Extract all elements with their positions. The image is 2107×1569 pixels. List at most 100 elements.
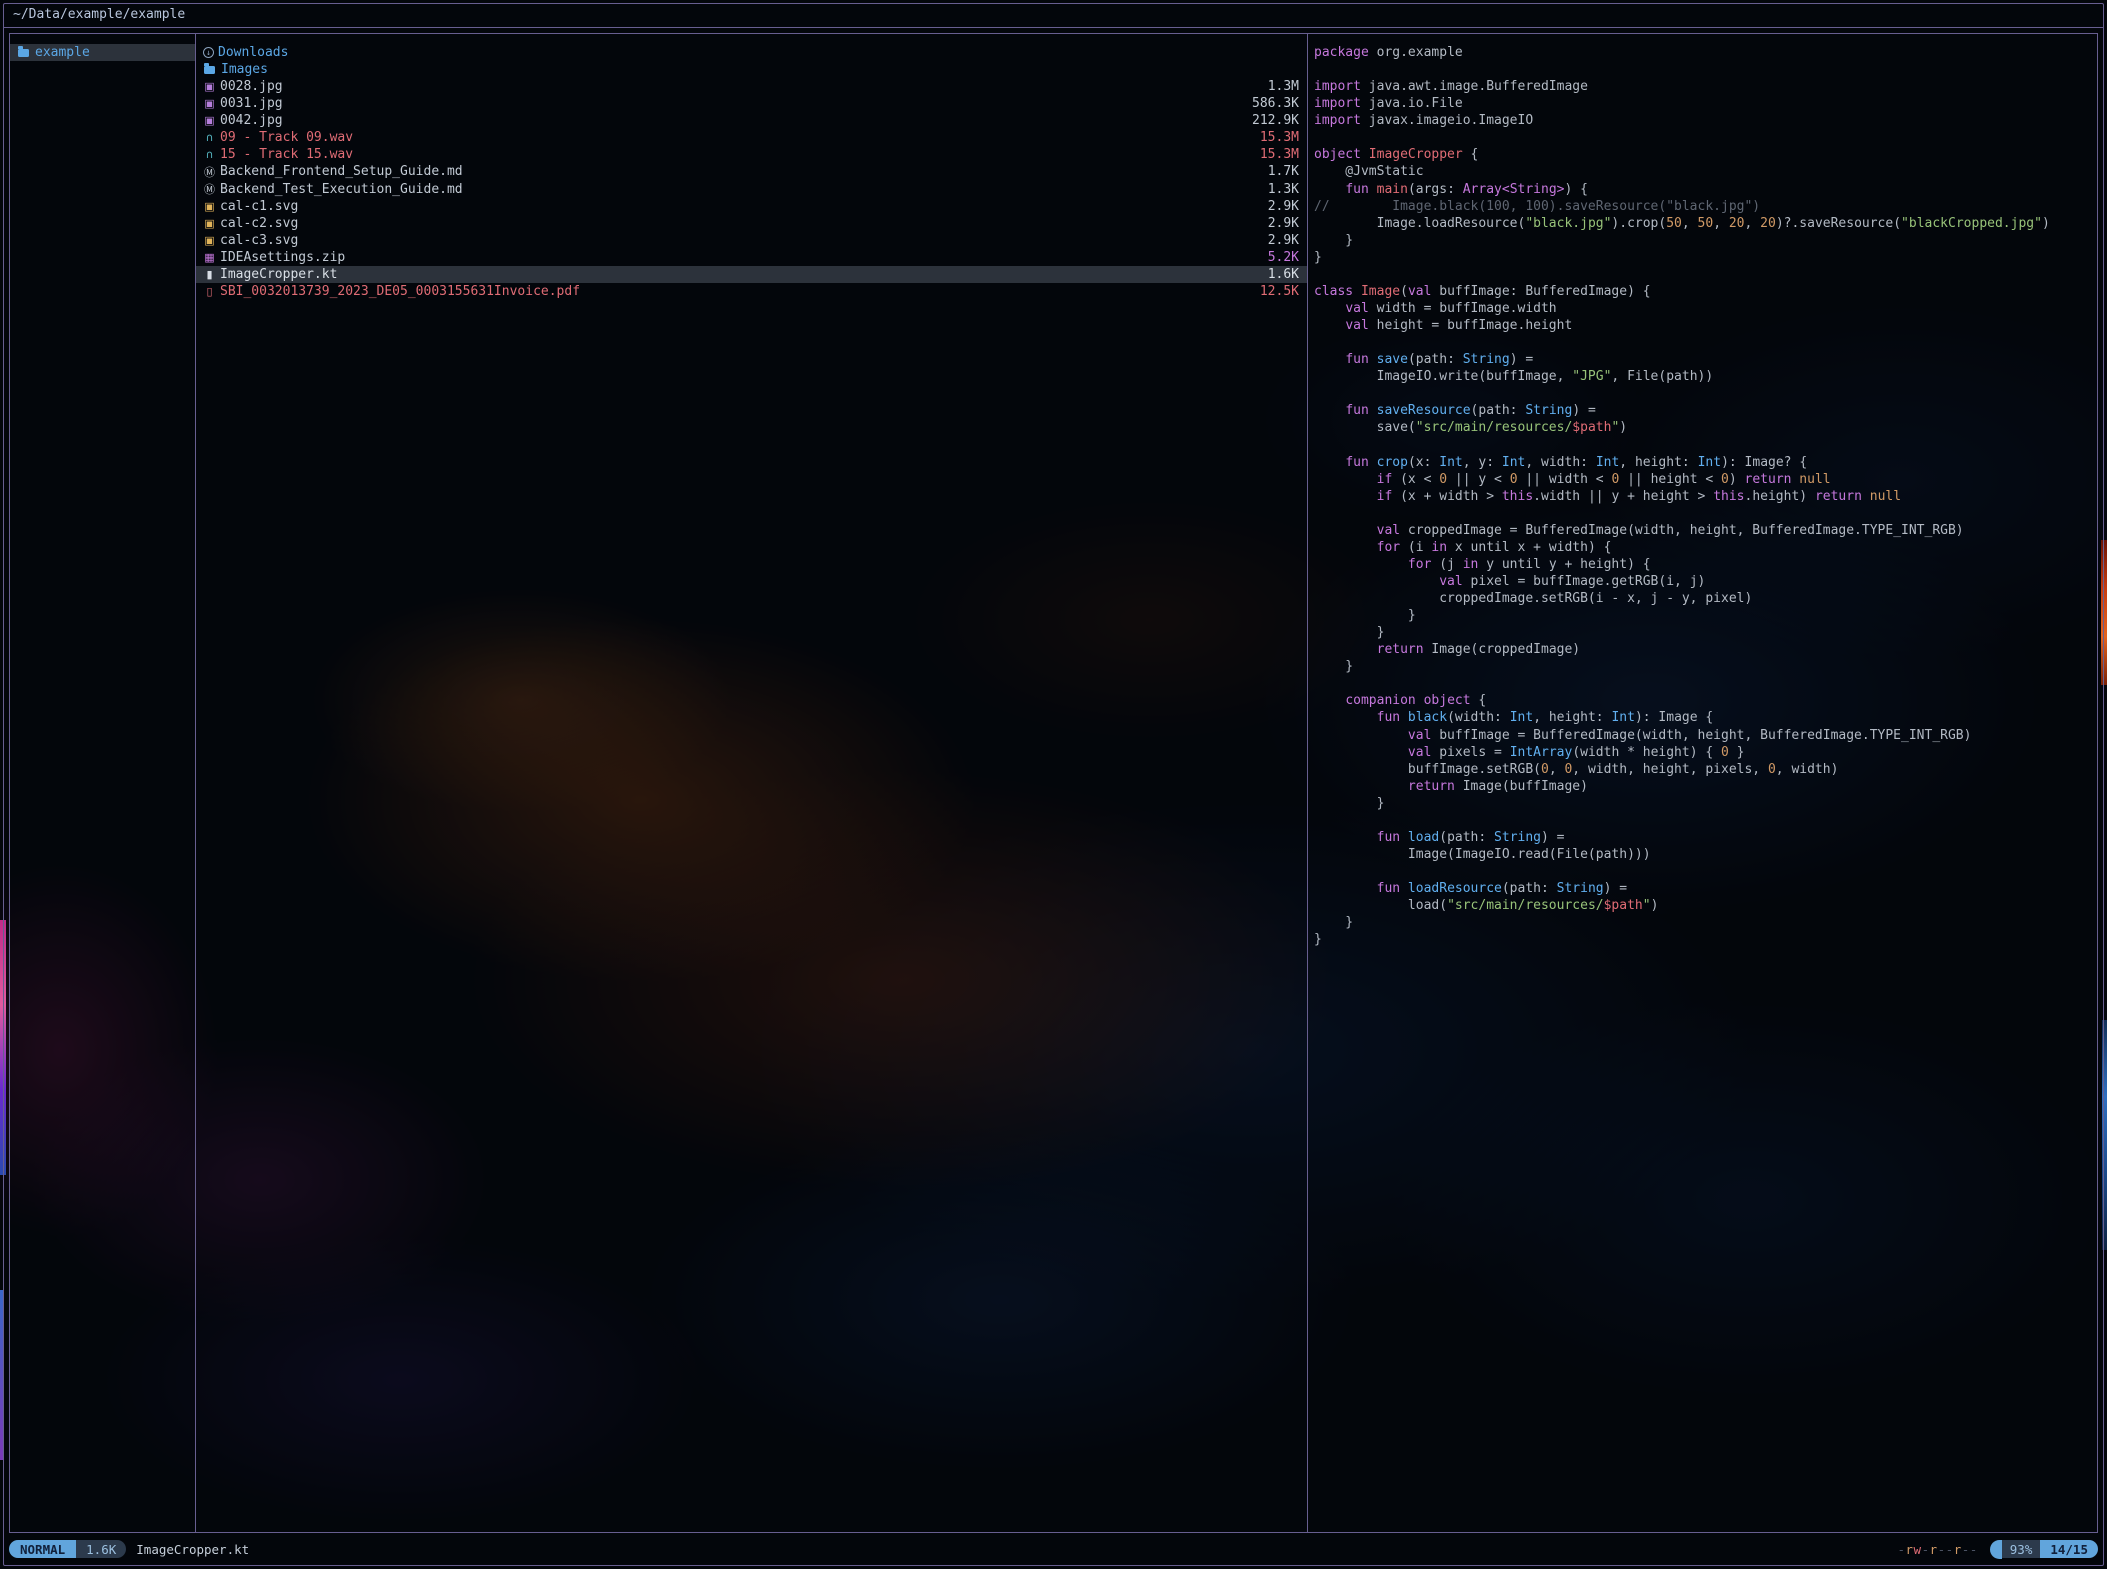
svg-file-icon: ▣ [203,217,216,230]
file-size: 2.9K [1268,216,1299,231]
code-line: fun main(args: Array<String>) { [1314,181,2097,198]
code-line: return Image(croppedImage) [1314,641,2097,658]
code-line: } [1314,931,2097,948]
code-line: buffImage.setRGB(0, 0, width, height, pi… [1314,761,2097,778]
code-line: fun save(path: String) = [1314,351,2097,368]
code-line [1314,266,2097,283]
file-row[interactable]: ▮ ImageCropper.kt 1.6K [196,266,1307,283]
file-size-badge: 1.6K [76,1540,126,1558]
file-row[interactable]: ▣cal-c2.svg2.9K [196,215,1307,232]
code-line: val pixels = IntArray(width * height) { … [1314,744,2097,761]
file-row[interactable]: ▣0031.jpg586.3K [196,95,1307,112]
panes-container: example ↓DownloadsImages▣0028.jpg1.3M▣00… [9,33,2098,1533]
code-line: val pixel = buffImage.getRGB(i, j) [1314,573,2097,590]
file-row[interactable]: ∩09 - Track 09.wav15.3M [196,129,1307,146]
download-folder-icon: ↓ [203,47,214,58]
file-name: SBI_0032013739_2023_DE05_0003155631Invoi… [220,284,580,299]
status-filename: ImageCropper.kt [136,1542,249,1557]
file-name: Images [221,62,268,77]
file-row[interactable]: ↓ Downloads [196,44,1307,61]
code-line: } [1314,232,2097,249]
file-list-pane[interactable]: ↓ Downloads Images ▣ 0028.jpg 1.3M▣0031.jpg58… [196,34,1308,1532]
file-name: Downloads [218,45,288,60]
file-name: 15 - Track 15.wav [220,147,353,162]
file-name: Backend_Frontend_Setup_Guide.md [220,164,463,179]
file-row[interactable]: ▣0042.jpg212.9K [196,112,1307,129]
file-name: 09 - Track 09.wav [220,130,353,145]
status-bar: NORMAL 1.6K ImageCropper.kt -rw-r--r-- 9… [9,1537,2098,1561]
file-name: IDEAsettings.zip [220,250,345,265]
kotlin-file-icon: ▮ [203,268,216,281]
file-size: 15.3M [1260,147,1299,162]
archive-file-icon: ▦ [203,251,216,264]
parent-directory-pane[interactable]: example [10,34,196,1532]
file-name: 0042.jpg [220,113,283,128]
cursor-position: 14/15 [2040,1540,2098,1558]
code-line: } [1314,607,2097,624]
file-row[interactable]: ▯ SBI_0032013739_2023_DE05_0003155631Invo… [196,283,1307,300]
code-line: fun black(width: Int, height: Int): Imag… [1314,709,2097,726]
markdown-file-icon: Ⓜ [203,181,216,197]
code-line: } [1314,249,2097,266]
code-line: } [1314,658,2097,675]
file-row[interactable]: ∩ 15 - Track 15.wav 15.3M [196,146,1307,163]
svg-file-icon: ▣ [203,200,216,213]
file-row[interactable]: ▣cal-c3.svg2.9K [196,232,1307,249]
code-line [1314,863,2097,880]
file-size: 5.2K [1268,250,1299,265]
code-line: import java.awt.image.BufferedImage [1314,78,2097,95]
title-divider [4,27,2103,28]
code-line: val buffImage = BufferedImage(width, hei… [1314,727,2097,744]
parent-dir-label: example [35,45,90,60]
file-size: 15.3M [1260,130,1299,145]
code-line: package org.example [1314,44,2097,61]
file-row[interactable]: ▣ 0028.jpg 1.3M [196,78,1307,95]
terminal-window: ~/Data/example/example example ↓Download… [0,0,2107,1569]
code-line: croppedImage.setRGB(i - x, j - y, pixel) [1314,590,2097,607]
file-permissions: -rw-r--r-- [1897,1542,1977,1557]
file-size: 1.7K [1268,164,1299,179]
status-pill-cap [1990,1540,2002,1559]
parent-dir-item[interactable]: example [10,44,195,61]
code-line [1314,675,2097,692]
code-line: // Image.black(100, 100).saveResource("b… [1314,198,2097,215]
code-line: object ImageCropper { [1314,146,2097,163]
file-size: 1.6K [1268,267,1299,282]
image-file-icon: ▣ [203,97,216,110]
code-line [1314,436,2097,453]
pdf-file-icon: ▯ [203,285,216,298]
code-line: fun loadResource(path: String) = [1314,880,2097,897]
code-line: @JvmStatic [1314,163,2097,180]
svg-file-icon: ▣ [203,234,216,247]
file-row[interactable]: ⓂBackend_Test_Execution_Guide.md1.3K [196,181,1307,198]
file-row[interactable]: ▣cal-c1.svg2.9K [196,198,1307,215]
code-line: ImageIO.write(buffImage, "JPG", File(pat… [1314,368,2097,385]
code-line: } [1314,795,2097,812]
code-line: class Image(val buffImage: BufferedImage… [1314,283,2097,300]
file-row[interactable]: Ⓜ Backend_Frontend_Setup_Guide.md 1.7K [196,163,1307,180]
code-line: Image(ImageIO.read(File(path))) [1314,846,2097,863]
code-line [1314,61,2097,78]
file-name: ImageCropper.kt [220,267,337,282]
code-line [1314,334,2097,351]
code-line: load("src/main/resources/$path") [1314,897,2097,914]
file-size: 1.3M [1268,79,1299,94]
file-row[interactable]: ▦ IDEAsettings.zip 5.2K [196,249,1307,266]
markdown-file-icon: Ⓜ [203,164,216,180]
code-line: } [1314,624,2097,641]
mode-badge: NORMAL [9,1540,76,1558]
code-line: for (j in y until y + height) { [1314,556,2097,573]
yazi-file-manager: ~/Data/example/example example ↓Download… [0,0,2107,1569]
audio-file-icon: ∩ [203,148,216,161]
file-preview-pane[interactable]: package org.example import java.awt.imag… [1308,34,2097,1532]
file-row[interactable]: Images [196,61,1307,78]
image-file-icon: ▣ [203,80,216,93]
file-name: cal-c3.svg [220,233,298,248]
code-line: val croppedImage = BufferedImage(width, … [1314,522,2097,539]
code-line: val width = buffImage.width [1314,300,2097,317]
code-line: return Image(buffImage) [1314,778,2097,795]
file-name: Backend_Test_Execution_Guide.md [220,182,463,197]
file-name: 0028.jpg [220,79,283,94]
file-name: cal-c1.svg [220,199,298,214]
code-line: val height = buffImage.height [1314,317,2097,334]
